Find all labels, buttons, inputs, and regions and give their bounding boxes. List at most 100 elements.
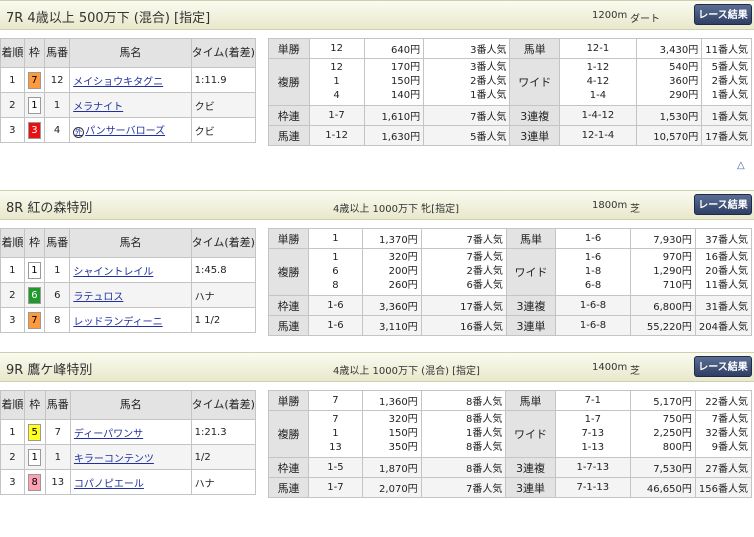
- fukusho-payout: 140円: [390, 90, 421, 101]
- race-course: 芝: [630, 366, 640, 377]
- payout-table: 単勝 7 1,360円 8番人気 馬単 7-1 5,170円 22番人気 複勝 7 1 13 320円 1…: [267, 390, 753, 498]
- waku-badge: 1: [27, 261, 41, 279]
- wide-payout-cell: 970円 1,290円 710円: [629, 248, 696, 296]
- fukusho-payout: 350円: [388, 442, 418, 453]
- fukusho-payout-cell: 320円 150円 350円: [361, 410, 422, 458]
- table-row: 2 1 1 キラーコンテンツ 1/2: [0, 444, 257, 470]
- uma-cell: 7: [44, 419, 71, 445]
- waku-header: 枠: [23, 390, 46, 420]
- fukusho-popularity: 7番人気: [466, 252, 503, 263]
- race-result-button[interactable]: レース結果: [694, 194, 752, 215]
- results-table: 着順枠馬番 馬名 タイム(着差) 1 5 7 ディーパワンサ 1:21.3 2 1 1 キラーコンテン…: [0, 390, 257, 495]
- wide-label: ワイド: [509, 58, 561, 106]
- wakuren-number: 1-6: [308, 295, 363, 316]
- horse-name-link[interactable]: ディーパワンサ: [74, 429, 143, 440]
- sanfuku-payout: 6,800円: [629, 295, 696, 316]
- race-result-button[interactable]: レース結果: [694, 356, 752, 377]
- race-result-button[interactable]: レース結果: [694, 4, 752, 25]
- sanfuku-label: 3連複: [505, 295, 557, 316]
- race-conditions: 4歳以上 1000万下 (混合) [指定]: [333, 366, 480, 377]
- horse-name-link[interactable]: シャイントレイル: [73, 267, 153, 278]
- horse-name-cell: ディーパワンサ: [69, 419, 192, 445]
- horse-name-link[interactable]: メイショウキタグニ: [73, 77, 163, 88]
- rank-cell: 3: [0, 469, 25, 495]
- results-table: 着順枠馬番 馬名 タイム(着差) 1 7 12 メイショウキタグニ 1:11.9 2 1 1 メラナイ…: [0, 38, 257, 143]
- payout-row: 複勝 7 1 13 320円 150円 350円 8番人気 1番人気 8番人気 ワイド 1-7 7-13…: [267, 410, 753, 458]
- fukusho-number: 1: [333, 76, 340, 87]
- horse-name-link[interactable]: キラーコンテンツ: [74, 454, 154, 465]
- tansho-number: 7: [308, 390, 363, 411]
- horse-name-cell: 外パンサーバローズ: [69, 117, 192, 143]
- horse-name-link[interactable]: ラテュロス: [73, 292, 123, 303]
- payout-row: 複勝 12 1 4 170円 150円 140円 3番人気 2番人気 1番人気 ワイド 1-12 4-1…: [268, 58, 752, 106]
- fukusho-popularity-cell: 8番人気 1番人気 8番人気: [420, 410, 507, 458]
- wide-number-cell: 1-6 1-8 6-8: [555, 248, 631, 296]
- santan-popularity: 156番人気: [694, 477, 753, 498]
- race-distance: 1800m: [592, 200, 628, 211]
- waku-cell: 8: [23, 469, 46, 495]
- fukusho-popularity-cell: 7番人気 2番人気 6番人気: [420, 248, 507, 296]
- fukusho-number: 6: [332, 266, 339, 277]
- race-header: 8R 紅の森特別 4歳以上 1000万下 牝[指定] 1800m 芝 レース結果: [0, 190, 754, 220]
- rank-header: 着順: [0, 38, 25, 68]
- umatan-number: 1-6: [555, 228, 631, 249]
- horse-name-link[interactable]: メラナイト: [73, 102, 123, 113]
- santan-payout: 46,650円: [629, 477, 696, 498]
- umaren-payout: 3,110円: [361, 315, 422, 336]
- wide-popularity-cell: 16番人気 20番人気 11番人気: [694, 248, 753, 296]
- fukusho-payout-cell: 320円 200円 260円: [361, 248, 422, 296]
- fukusho-number: 12: [330, 62, 343, 73]
- sanfuku-label: 3連複: [509, 105, 561, 126]
- sanfuku-payout: 1,530円: [635, 105, 703, 126]
- fukusho-number-cell: 12 1 4: [308, 58, 365, 106]
- time-cell: 1 1/2: [190, 307, 257, 333]
- horse-name-link[interactable]: レッドランディーニ: [73, 317, 162, 328]
- fukusho-popularity: 8番人気: [466, 442, 503, 453]
- fukusho-popularity: 2番人気: [470, 76, 507, 87]
- tansho-label: 単勝: [268, 38, 310, 59]
- waku-badge: 8: [28, 473, 42, 491]
- payout-row: 単勝 12 640円 3番人気 馬単 12-1 3,430円 11番人気: [268, 38, 752, 59]
- fukusho-payout: 150円: [388, 428, 418, 439]
- page-top-icon[interactable]: △: [737, 160, 745, 171]
- wakuren-popularity: 17番人気: [420, 295, 507, 316]
- umaren-number: 1-12: [308, 125, 365, 146]
- tansho-popularity: 8番人気: [420, 390, 507, 411]
- wide-popularity: 32番人気: [705, 428, 748, 439]
- time-cell: 1/2: [190, 444, 257, 470]
- umaren-label: 馬連: [268, 125, 310, 146]
- race-header: 9R 鷹ケ峰特別 4歳以上 1000万下 (混合) [指定] 1400m 芝 レース結果: [0, 352, 754, 382]
- waku-header: 枠: [23, 38, 46, 68]
- tansho-label: 単勝: [267, 390, 310, 411]
- rank-cell: 3: [0, 117, 25, 143]
- horse-name-link[interactable]: コパノピエール: [74, 479, 144, 490]
- wide-popularity: 9番人気: [711, 442, 748, 453]
- horse-name-link[interactable]: パンサーバローズ: [85, 126, 165, 137]
- time-cell: ハナ: [190, 282, 257, 308]
- fukusho-number: 13: [329, 442, 342, 453]
- umaren-label: 馬連: [267, 315, 310, 336]
- uma-cell: 1: [44, 92, 71, 118]
- wide-payout: 710円: [662, 280, 692, 291]
- payout-table: 単勝 12 640円 3番人気 馬単 12-1 3,430円 11番人気 複勝 12 1 4 170円 1…: [268, 38, 752, 146]
- umatan-payout: 7,930円: [629, 228, 696, 249]
- fukusho-payout: 320円: [388, 414, 418, 425]
- wakuren-payout: 1,870円: [361, 457, 422, 478]
- sanfuku-popularity: 1番人気: [701, 105, 752, 126]
- fukusho-number: 1: [332, 428, 339, 439]
- fukusho-popularity: 2番人気: [466, 266, 503, 277]
- tansho-label: 単勝: [267, 228, 310, 249]
- umatan-popularity: 22番人気: [694, 390, 753, 411]
- umatan-number: 12-1: [559, 38, 637, 59]
- wide-number: 1-13: [581, 442, 605, 453]
- payout-row: 馬連 1-7 2,070円 7番人気 3連単 7-1-13 46,650円 156番人気: [267, 477, 753, 498]
- santan-number: 12-1-4: [559, 125, 637, 146]
- waku-cell: 7: [23, 307, 46, 333]
- horse-name-cell: メラナイト: [69, 92, 192, 118]
- wakuren-label: 枠連: [267, 295, 310, 316]
- wide-payout: 360円: [669, 76, 699, 87]
- wakuren-popularity: 8番人気: [420, 457, 507, 478]
- time-cell: 1:45.8: [190, 257, 257, 283]
- wide-number-cell: 1-12 4-12 1-4: [559, 58, 637, 106]
- table-row: 3 3 4 外パンサーバローズ クビ: [0, 117, 257, 143]
